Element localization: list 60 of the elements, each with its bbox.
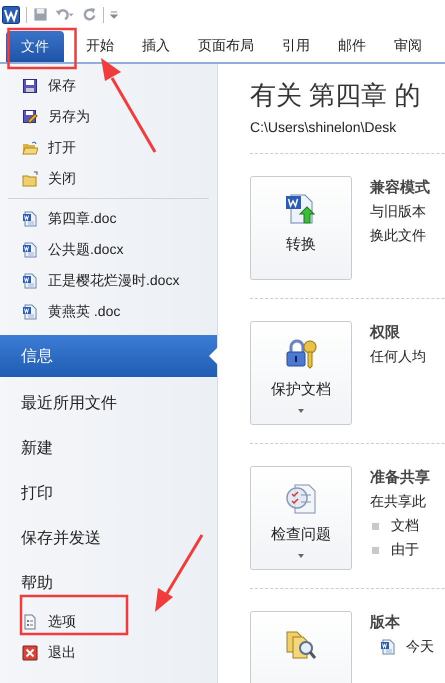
word-logo-icon[interactable] <box>2 6 20 24</box>
ribbon-tab[interactable]: 邮件 <box>326 29 378 62</box>
lock-and-key-icon <box>285 338 317 370</box>
action-button[interactable]: 保护文档 <box>250 321 352 425</box>
section-text: 与旧版本 <box>370 203 427 221</box>
action-button[interactable]: 检查问题 <box>250 466 352 570</box>
ribbon-tab[interactable]: 引用 <box>270 29 322 62</box>
action-button[interactable]: 转换 <box>250 176 352 280</box>
options-icon <box>22 614 38 630</box>
bullet-text: 由于 <box>391 541 419 559</box>
close-icon <box>22 644 38 660</box>
menu-command[interactable]: 选项 <box>0 606 217 637</box>
section-text: 换此文件 <box>370 227 427 245</box>
backstage-tab[interactable]: 帮助 <box>0 561 217 606</box>
document-icon <box>22 272 38 288</box>
ribbon-tab[interactable]: 审阅 <box>382 29 434 62</box>
backstage-tab[interactable]: 保存并发送 <box>0 516 217 561</box>
recent-file[interactable]: 公共题.docx <box>0 234 217 265</box>
ribbon-tab[interactable]: 文件 <box>6 31 64 62</box>
backstage-tab[interactable]: 信息 <box>0 335 217 377</box>
version-text: 今天 <box>406 638 434 656</box>
save-icon[interactable] <box>33 7 48 22</box>
bullet-text: 文档 <box>391 517 419 535</box>
undo-icon[interactable] <box>54 7 76 22</box>
section-heading: 版本 <box>370 613 401 632</box>
bullet-icon <box>372 546 379 554</box>
checklist-magnifier-icon <box>285 483 317 515</box>
document-icon <box>380 639 396 655</box>
bullet-icon <box>372 522 379 530</box>
annotation-box <box>7 28 77 70</box>
section-text: 任何人均 <box>370 348 426 366</box>
section-heading: 兼容模式 <box>370 178 430 197</box>
recent-file[interactable]: 第四章.doc <box>0 203 217 234</box>
backstage-tab[interactable]: 打印 <box>0 471 217 516</box>
ribbon-tab[interactable]: 插入 <box>130 29 182 62</box>
menu-command[interactable]: 关闭 <box>0 163 217 194</box>
menu-command[interactable]: 另存为 <box>0 101 217 132</box>
convert-document-icon <box>285 193 317 225</box>
save-as-icon <box>22 108 38 124</box>
ribbon-tab[interactable]: 页面布局 <box>186 29 266 62</box>
section-text: 在共享此 <box>370 493 427 511</box>
document-icon <box>22 242 38 258</box>
save-icon <box>22 78 38 94</box>
document-icon <box>22 304 38 320</box>
section-heading: 权限 <box>370 323 401 342</box>
redo-icon[interactable] <box>82 7 97 22</box>
document-icon <box>22 210 38 226</box>
backstage-tab[interactable]: 最近所用文件 <box>0 381 217 426</box>
recent-file[interactable]: 正是樱花烂漫时.docx <box>0 265 217 296</box>
info-title: 有关 第四章 的 <box>250 79 422 112</box>
open-folder-icon <box>22 140 38 156</box>
menu-command[interactable]: 退出 <box>0 637 217 668</box>
file-path: C:\Users\shinelon\Desk <box>250 119 398 135</box>
menu-command[interactable]: 打开 <box>0 132 217 163</box>
folder-icon <box>22 170 38 186</box>
customize-menu-icon[interactable] <box>110 10 118 18</box>
recent-file[interactable]: 黄燕英 .doc <box>0 296 217 327</box>
backstage-tab[interactable]: 新建 <box>0 426 217 471</box>
section-heading: 准备共享 <box>370 468 430 487</box>
ribbon-tab[interactable]: 开始 <box>74 29 126 62</box>
